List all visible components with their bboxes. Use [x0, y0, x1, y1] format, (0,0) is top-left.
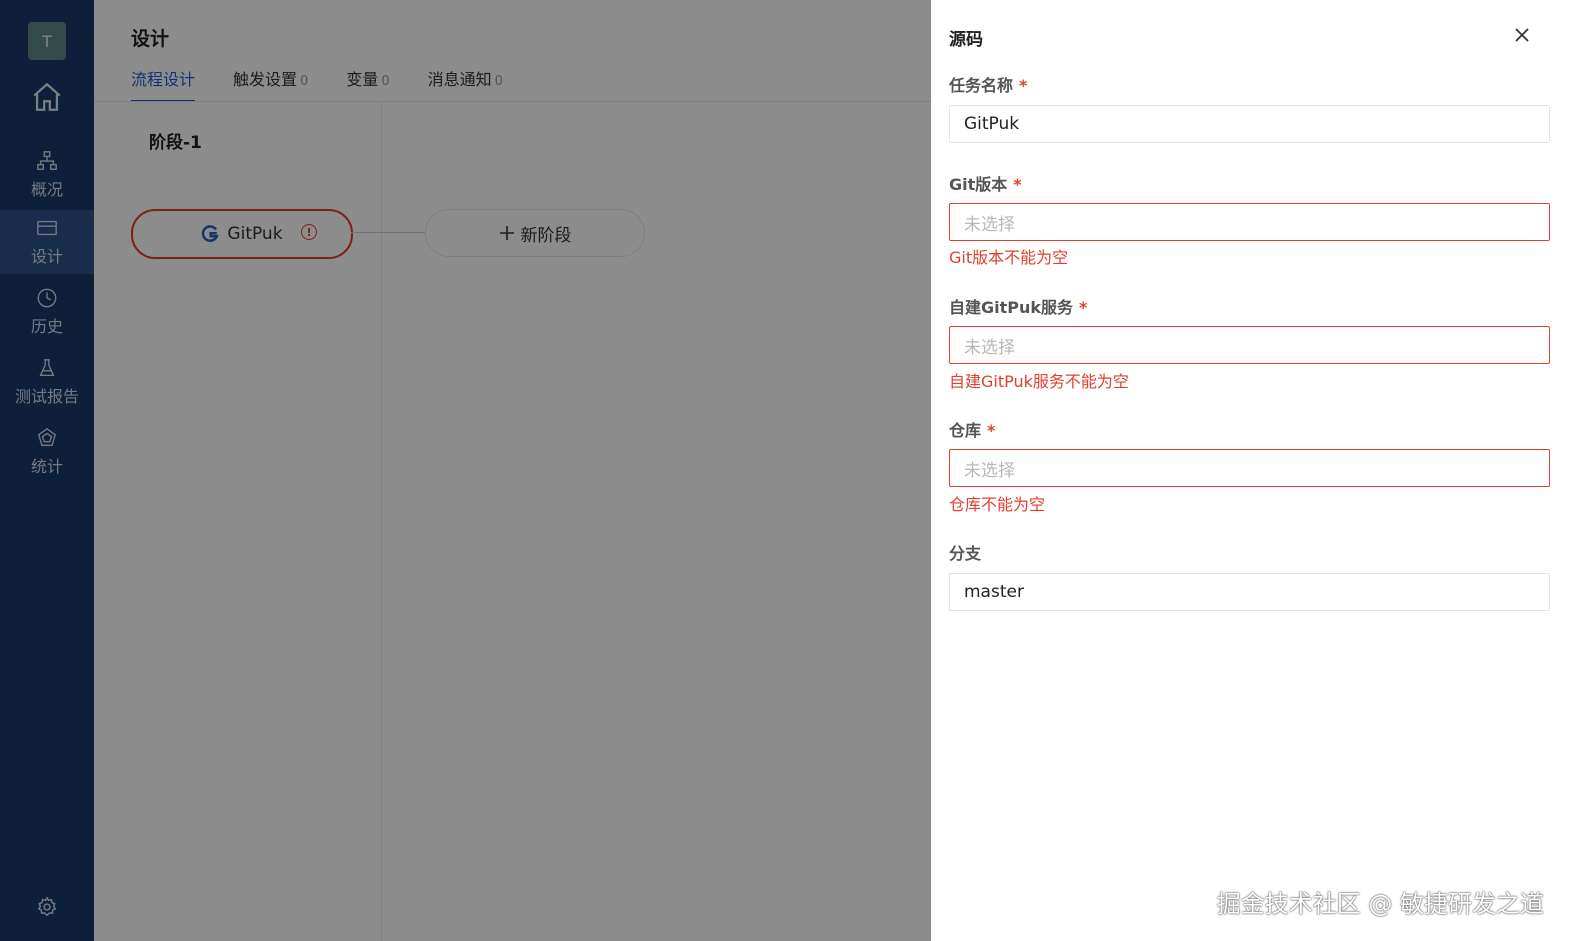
placeholder: 未选择 — [964, 214, 1015, 235]
git-version-select[interactable]: 未选择 — [949, 203, 1550, 241]
source-drawer: 源码 任务名称 * GitPuk Git版本 * 未选择 Git版本不能为空 自建G… — [931, 0, 1596, 941]
input-value: master — [964, 582, 1024, 602]
repo-error: 仓库不能为空 — [949, 495, 1046, 514]
branch-input[interactable]: master — [949, 573, 1550, 611]
placeholder: 未选择 — [964, 460, 1015, 481]
repo-label: 仓库 * — [949, 417, 995, 441]
git-version-error: Git版本不能为空 — [949, 248, 1069, 267]
label-text: 自建GitPuk服务 — [949, 298, 1074, 317]
task-name-input[interactable]: GitPuk — [949, 105, 1550, 143]
task-name-label: 任务名称 * — [949, 72, 1027, 96]
required-mark: * — [1079, 298, 1088, 317]
drawer-title: 源码 — [949, 30, 983, 50]
required-mark: * — [987, 421, 996, 440]
watermark: 掘金技术社区 @ 敏捷研发之道 — [1216, 890, 1544, 918]
required-mark: * — [1013, 175, 1022, 194]
repo-select[interactable]: 未选择 — [949, 449, 1550, 487]
label-text: 仓库 — [949, 421, 982, 440]
close-icon[interactable] — [1511, 24, 1533, 46]
input-value: GitPuk — [964, 114, 1020, 134]
required-mark: * — [1019, 76, 1028, 95]
label-text: 分支 — [949, 544, 982, 563]
git-version-label: Git版本 * — [949, 171, 1022, 195]
placeholder: 未选择 — [964, 337, 1015, 358]
label-text: 任务名称 — [949, 76, 1014, 95]
gitpuk-service-select[interactable]: 未选择 — [949, 326, 1550, 364]
branch-label: 分支 — [949, 540, 981, 564]
gitpuk-service-label: 自建GitPuk服务 * — [949, 294, 1087, 318]
modal-mask[interactable] — [0, 0, 931, 941]
label-text: Git版本 — [949, 175, 1008, 194]
gitpuk-service-error: 自建GitPuk服务不能为空 — [949, 372, 1129, 391]
